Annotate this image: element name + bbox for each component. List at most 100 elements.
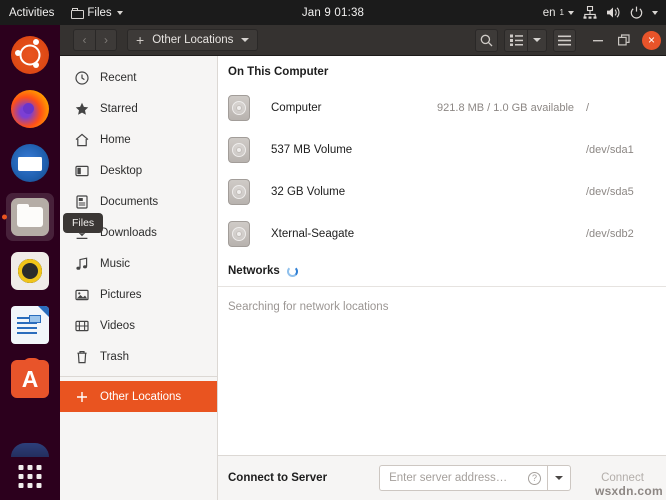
sidebar-divider [60, 376, 217, 377]
ubuntu-dock [0, 25, 60, 500]
main-menu-button[interactable] [553, 28, 576, 52]
trash-icon [74, 349, 89, 364]
server-address-placeholder: Enter server address… [389, 472, 508, 484]
sidebar-item-label: Starred [100, 102, 138, 115]
desktop-icon [74, 163, 89, 178]
locations-list: On This Computer Computer 921.8 MB / 1.0… [218, 56, 666, 455]
sidebar-item-videos[interactable]: Videos [60, 310, 217, 341]
sidebar-item-label: Home [100, 133, 131, 146]
network-icon[interactable] [583, 6, 597, 19]
sidebar-item-other-locations[interactable]: Other Locations [60, 381, 217, 412]
chevron-down-icon[interactable] [652, 10, 658, 15]
navigation-buttons: ‹ › [73, 29, 117, 51]
drive-mount-point: / [586, 102, 590, 114]
help-icon[interactable]: ? [528, 471, 542, 485]
sidebar-item-label: Other Locations [100, 390, 182, 403]
window-controls: × [590, 30, 661, 50]
table-row[interactable]: 32 GB Volume /dev/sda5 [218, 171, 666, 213]
section-title: On This Computer [228, 66, 329, 78]
list-view-button[interactable] [504, 28, 527, 52]
sidebar-item-label: Recent [100, 71, 137, 84]
dock-item-libreoffice-writer[interactable] [6, 301, 54, 349]
chevron-left-icon: ‹ [82, 33, 87, 47]
close-button[interactable]: × [642, 30, 661, 50]
sidebar-item-label: Music [100, 257, 131, 270]
drive-mount-point: /dev/sda1 [586, 144, 634, 156]
dock-item-firefox[interactable] [6, 85, 54, 133]
drive-icon [228, 95, 250, 121]
list-view-icon [509, 34, 523, 46]
show-applications-button[interactable] [18, 465, 42, 488]
connect-to-server-label: Connect to Server [228, 472, 328, 484]
search-button[interactable] [475, 28, 498, 52]
volume-icon[interactable] [606, 6, 621, 19]
chevron-right-icon: › [104, 33, 108, 47]
power-icon[interactable] [630, 6, 643, 19]
window-body: Recent Starred Home Desktop Documents Do… [60, 56, 666, 500]
sidebar-item-pictures[interactable]: Pictures [60, 279, 217, 310]
sidebar-item-home[interactable]: Home [60, 124, 217, 155]
window-header-bar: ‹ › + Other Locations × [60, 25, 666, 56]
server-address-input[interactable]: Enter server address… ? [379, 465, 548, 491]
section-header-on-this-computer: On This Computer [218, 56, 666, 87]
drive-name: Xternal-Seagate [271, 228, 355, 240]
help-icon [11, 443, 49, 457]
sidebar-item-trash[interactable]: Trash [60, 341, 217, 372]
table-row[interactable]: Computer 921.8 MB / 1.0 GB available / [218, 87, 666, 129]
minimize-button[interactable] [590, 32, 606, 48]
drive-mount-point: /dev/sdb2 [586, 228, 634, 240]
networks-status-text: Searching for network locations [228, 301, 389, 313]
hamburger-menu-icon [558, 35, 571, 45]
server-address-dropdown[interactable] [547, 465, 572, 491]
locations-content: On This Computer Computer 921.8 MB / 1.0… [218, 56, 666, 500]
drive-name: 32 GB Volume [271, 186, 346, 198]
drive-free-space: 921.8 MB / 1.0 GB available [437, 102, 574, 114]
maximize-button[interactable] [616, 32, 632, 48]
drive-icon [228, 221, 250, 247]
sidebar-item-desktop[interactable]: Desktop [60, 155, 217, 186]
path-bar-other-locations[interactable]: + Other Locations [127, 29, 259, 51]
drive-name: Computer [271, 102, 322, 114]
dock-item-thunderbird[interactable] [6, 139, 54, 187]
clock-icon [74, 70, 89, 85]
sidebar-item-label: Downloads [100, 226, 157, 239]
sidebar-item-label: Videos [100, 319, 135, 332]
chevron-down-icon[interactable] [241, 38, 250, 42]
table-row[interactable]: Xternal-Seagate /dev/sdb2 [218, 213, 666, 255]
plus-icon: + [136, 32, 145, 48]
view-options-dropdown[interactable] [527, 28, 547, 52]
sidebar-item-music[interactable]: Music [60, 248, 217, 279]
sidebar-item-label: Documents [100, 195, 159, 208]
view-mode-group [504, 28, 547, 52]
table-row[interactable]: 537 MB Volume /dev/sda1 [218, 129, 666, 171]
ubuntu-software-icon [11, 358, 49, 398]
sidebar-item-label: Pictures [100, 288, 142, 301]
drive-icon [228, 179, 250, 205]
sidebar-item-recent[interactable]: Recent [60, 62, 217, 93]
star-icon [74, 101, 89, 116]
dock-item-help[interactable] [6, 409, 54, 457]
drive-icon [228, 137, 250, 163]
music-note-icon [74, 256, 89, 271]
keyboard-layout-label: en [542, 6, 556, 19]
dock-item-rhythmbox[interactable] [6, 247, 54, 295]
section-title: Networks [228, 265, 280, 277]
chevron-down-icon [568, 10, 574, 15]
system-status-area[interactable]: en 1 [543, 6, 666, 19]
dock-item-files[interactable] [6, 193, 54, 241]
places-sidebar: Recent Starred Home Desktop Documents Do… [60, 56, 218, 500]
back-button[interactable]: ‹ [73, 29, 95, 51]
document-icon [74, 194, 89, 209]
home-icon [74, 132, 89, 147]
dock-item-ubuntu-software[interactable] [6, 355, 54, 403]
keyboard-layout-index: 1 [559, 8, 564, 17]
thunderbird-icon [11, 144, 49, 182]
forward-button[interactable]: › [95, 29, 117, 51]
rhythmbox-icon [11, 252, 49, 290]
picture-icon [74, 287, 89, 302]
chevron-down-icon [555, 476, 564, 480]
watermark: wsxdn.com [594, 484, 663, 498]
sidebar-item-starred[interactable]: Starred [60, 93, 217, 124]
dock-item-ubuntu[interactable] [6, 31, 54, 79]
keyboard-layout-indicator[interactable]: en 1 [543, 7, 574, 19]
